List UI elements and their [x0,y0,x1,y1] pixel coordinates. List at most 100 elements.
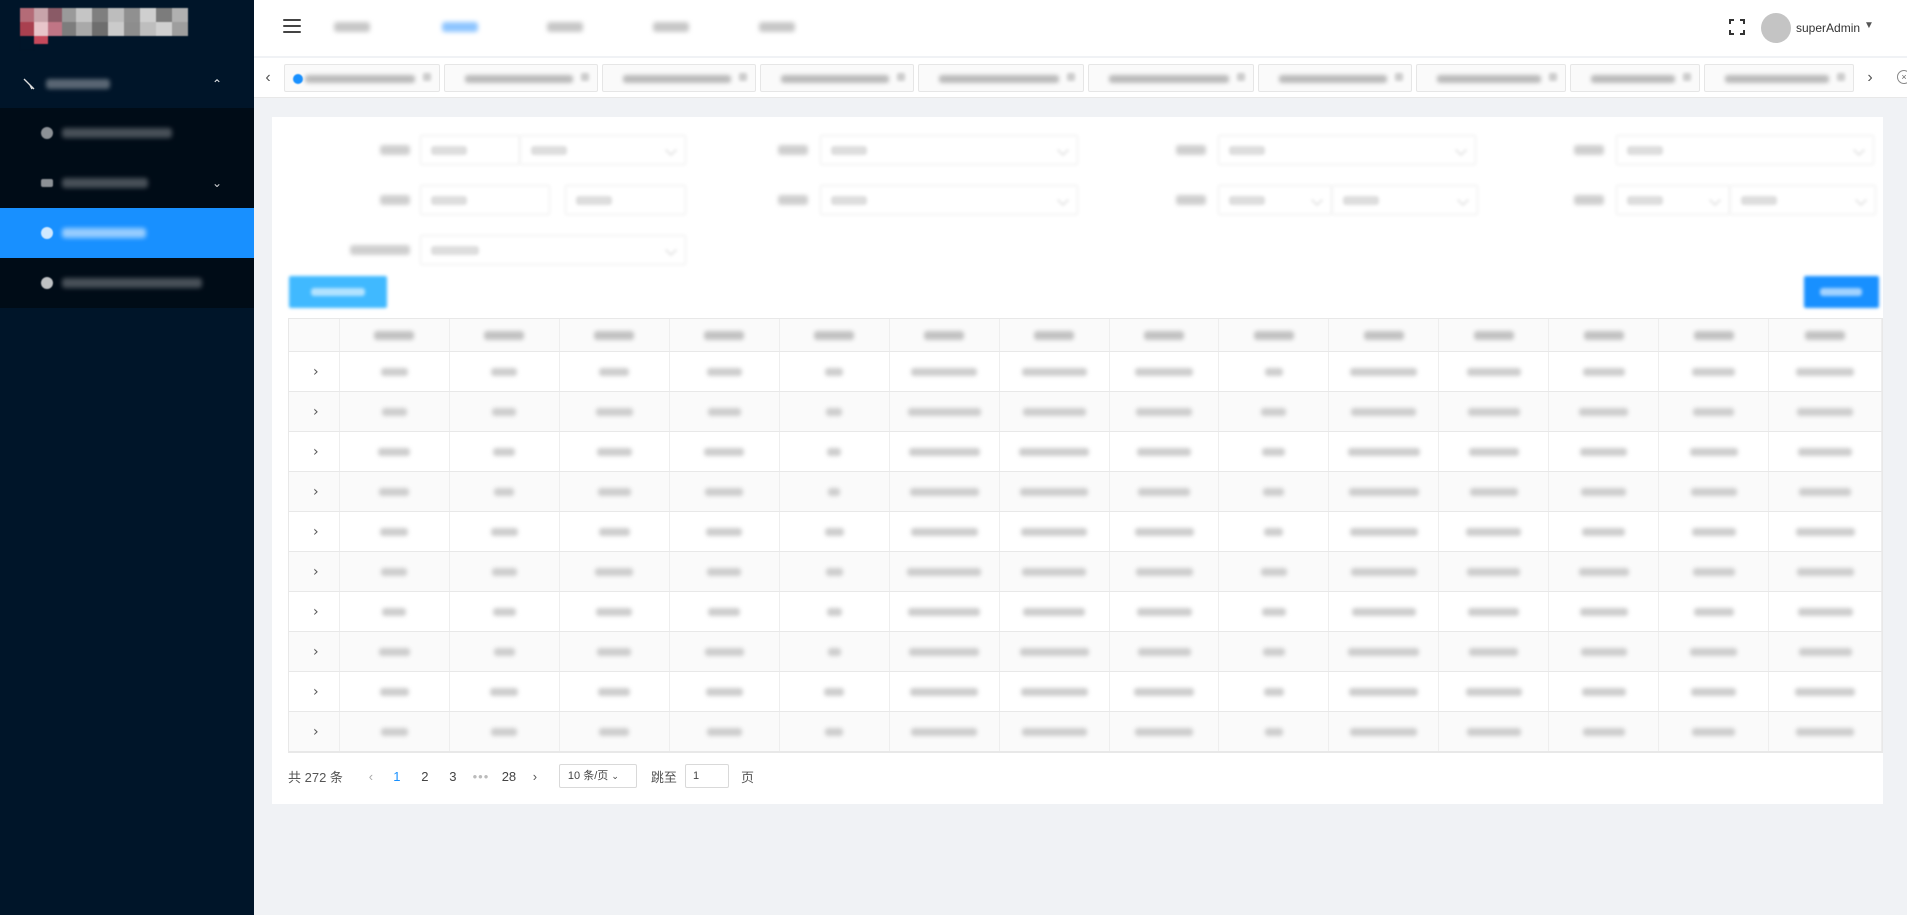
table-header-cell[interactable] [560,319,670,351]
table-cell [890,672,1000,711]
table-header-cell[interactable] [1769,319,1883,351]
table-header-cell[interactable] [1000,319,1110,351]
page-1[interactable]: 1 [383,769,411,784]
sidebar-item-2[interactable]: ⌄ [0,158,254,208]
sidebar-item-4[interactable] [0,258,254,308]
table-header-cell[interactable] [780,319,890,351]
tab-4[interactable] [760,64,914,92]
table-header-cell[interactable] [890,319,1000,351]
top-nav-item-1[interactable] [334,22,370,32]
chevron-left-icon[interactable]: ‹ [359,769,383,784]
row-expand-button[interactable]: › [289,672,340,711]
tab-2[interactable] [444,64,598,92]
tab-7[interactable] [1258,64,1412,92]
tab-1-active[interactable] [284,64,440,92]
chevron-right-icon[interactable]: › [313,484,319,500]
page-last[interactable]: 28 [495,769,523,784]
page-2[interactable]: 2 [411,769,439,784]
tab-3[interactable] [602,64,756,92]
table-header-expand [289,319,340,351]
fullscreen-icon[interactable] [1728,18,1746,36]
filter-select[interactable] [1616,135,1874,165]
row-expand-button[interactable]: › [289,472,340,511]
table-row[interactable]: › [289,512,1883,552]
table-cell [1000,632,1110,671]
table-header-cell[interactable] [1329,319,1440,351]
filter-select[interactable] [1332,185,1478,215]
chevron-right-icon[interactable]: › [313,724,319,740]
top-nav-item-3[interactable] [547,22,583,32]
filter-input[interactable] [565,185,686,215]
filter-select[interactable] [1218,185,1332,215]
table-row[interactable]: › [289,352,1883,392]
chevron-right-icon[interactable]: › [313,684,319,700]
tab-5[interactable] [918,64,1084,92]
row-expand-button[interactable]: › [289,392,340,431]
username[interactable]: superAdmin [1796,21,1860,35]
table-row[interactable]: › [289,672,1883,712]
row-expand-button[interactable]: › [289,592,340,631]
top-nav-item-4[interactable] [653,22,689,32]
table-row[interactable]: › [289,712,1883,752]
chevron-right-icon[interactable]: › [313,524,319,540]
filter-select[interactable] [820,135,1078,165]
chevron-right-icon[interactable]: › [313,604,319,620]
table-header-cell[interactable] [1219,319,1330,351]
filter-select[interactable] [1730,185,1876,215]
row-expand-button[interactable]: › [289,712,340,751]
jump-input[interactable]: 1 [684,764,729,788]
chevron-right-icon[interactable]: › [313,444,319,460]
chevron-right-icon[interactable]: › [313,564,319,580]
row-expand-button[interactable]: › [289,552,340,591]
top-nav-item-5[interactable] [759,22,795,32]
sidebar-group-main[interactable]: ⌃ [0,62,254,106]
page-size-select[interactable]: 10 条/页 ⌄ [558,764,637,788]
tab-6[interactable] [1088,64,1254,92]
filter-select[interactable] [1616,185,1730,215]
avatar[interactable] [1761,13,1791,43]
filter-select[interactable] [420,235,686,265]
hamburger-icon[interactable] [283,19,301,33]
table-header-cell[interactable] [450,319,560,351]
add-button[interactable] [1804,276,1879,308]
chevron-right-icon[interactable]: › [313,404,319,420]
table-header-cell[interactable] [1549,319,1660,351]
chevron-right-icon[interactable]: › [313,364,319,380]
filter-label [380,195,410,205]
sidebar-item-1[interactable] [0,108,254,158]
page-ellipsis[interactable]: ••• [467,769,495,784]
filter-input[interactable] [420,135,520,165]
table-header-cell[interactable] [340,319,450,351]
tab-8[interactable] [1416,64,1566,92]
table-row[interactable]: › [289,432,1883,472]
tab-9[interactable] [1570,64,1700,92]
row-expand-button[interactable]: › [289,432,340,471]
chevron-right-icon[interactable]: › [1860,68,1880,88]
row-expand-button[interactable]: › [289,512,340,551]
table-row[interactable]: › [289,392,1883,432]
row-expand-button[interactable]: › [289,632,340,671]
table-header-cell[interactable] [1439,319,1550,351]
table-row[interactable]: › [289,472,1883,512]
filter-input[interactable] [520,135,686,165]
table-row[interactable]: › [289,632,1883,672]
export-button[interactable] [289,276,387,308]
page-3[interactable]: 3 [439,769,467,784]
chevron-left-icon[interactable]: ‹ [258,68,278,88]
table-header-cell[interactable] [1110,319,1220,351]
table-row[interactable]: › [289,592,1883,632]
filter-select[interactable] [1218,135,1476,165]
row-expand-button[interactable]: › [289,352,340,391]
table-header-cell[interactable] [670,319,780,351]
caret-down-icon[interactable]: ▼ [1864,20,1874,31]
chevron-right-icon[interactable]: › [313,644,319,660]
sidebar-item-3-active[interactable] [0,208,254,258]
filter-input[interactable] [420,185,550,215]
filter-select[interactable] [820,185,1078,215]
close-circle-icon[interactable]: × [1897,70,1907,84]
table-header-cell[interactable] [1659,319,1770,351]
chevron-right-icon[interactable]: › [523,769,547,784]
tab-10[interactable] [1704,64,1854,92]
table-row[interactable]: › [289,552,1883,592]
top-nav-item-2-active[interactable] [442,22,478,32]
